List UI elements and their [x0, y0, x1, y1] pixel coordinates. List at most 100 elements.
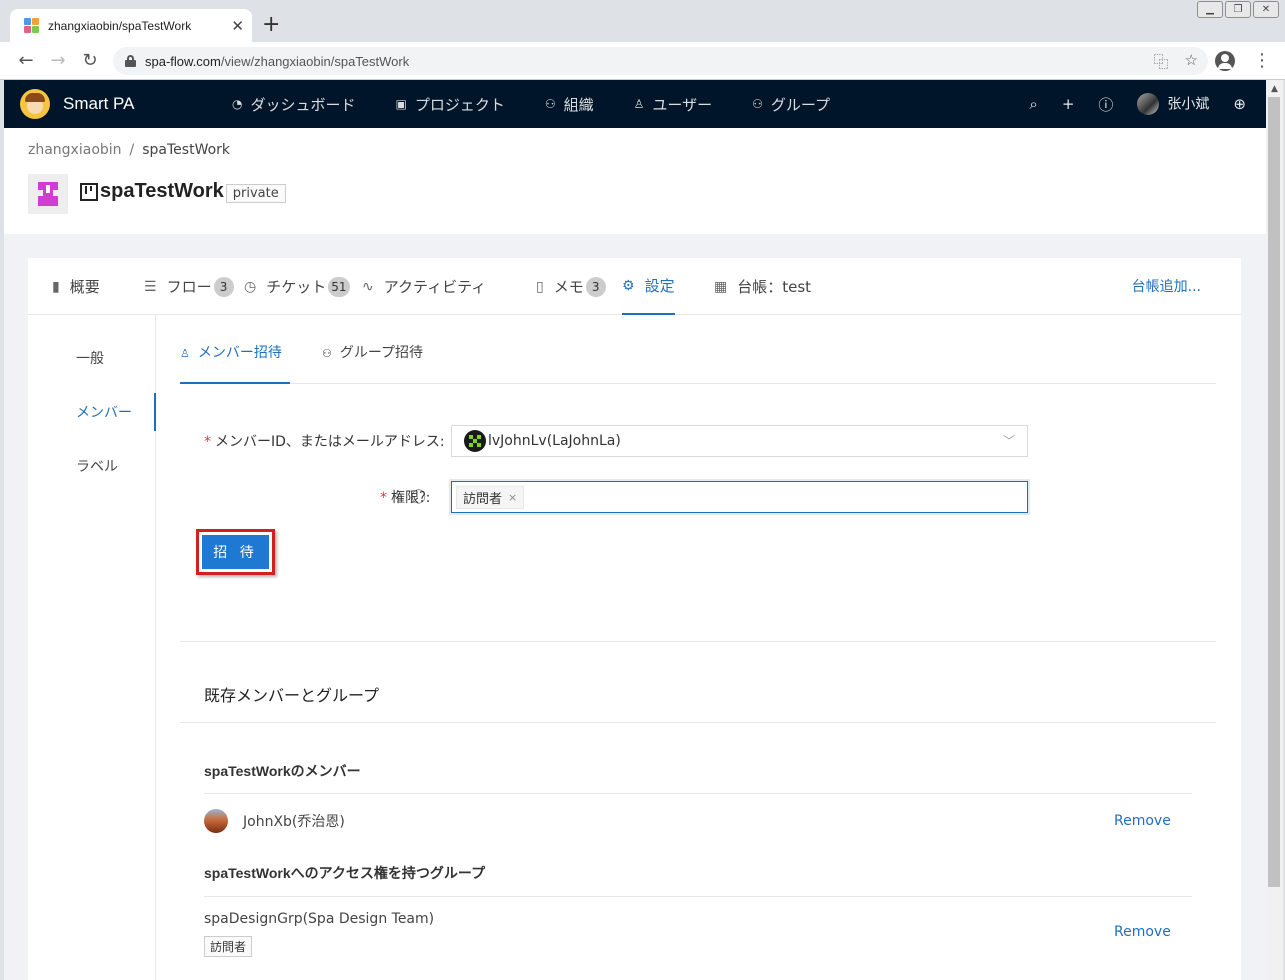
remove-group-button[interactable]: Remove	[1114, 924, 1171, 940]
browser-tab[interactable]: zhangxiaobin/spaTestWork ✕	[10, 9, 252, 42]
nav-group-label: グループ	[770, 95, 830, 114]
ticket-count-badge: 51	[328, 276, 350, 297]
maximize-icon[interactable]: ❐	[1225, 1, 1251, 18]
tab-flow-label: フロー	[166, 278, 212, 296]
search-icon[interactable]: ⌕	[1029, 95, 1037, 113]
tab-ticket[interactable]: ◷ チケット 51	[244, 258, 350, 315]
close-tab-icon[interactable]: ✕	[231, 17, 244, 35]
tab-ledger[interactable]: ▦ 台帳：test	[714, 258, 811, 315]
nav-project[interactable]: ▣ プロジェクト	[396, 94, 505, 115]
member-field-label: * メンバーID、またはメールアドレス:	[204, 434, 445, 450]
member-name: JohnXb(乔治恩)	[243, 814, 345, 830]
project-icon: ▣	[395, 97, 407, 111]
memo-icon: ▯	[536, 278, 544, 295]
browser-toolbar: ← → ↻ spa-flow.com/view/zhangxiaobin/spa…	[0, 42, 1285, 80]
browser-tab-title: zhangxiaobin/spaTestWork	[48, 18, 192, 33]
sidemenu-general[interactable]: 一般	[76, 348, 104, 368]
project-header: zhangxiaobin / spaTestWork spaTestWork pri…	[4, 128, 1266, 234]
invite-button-highlight: 招 待	[196, 529, 275, 575]
groups-heading: spaTestWorkへのアクセス権を持つグループ	[204, 865, 486, 881]
chrome-menu-icon[interactable]: ⋮	[1253, 52, 1271, 70]
flow-icon: ☰	[144, 278, 157, 295]
permission-select[interactable]: 訪問者 ×	[451, 481, 1028, 513]
browser-tabstrip: zhangxiaobin/spaTestWork ✕ + ▁ ❐ ✕	[0, 0, 1285, 42]
nav-dashboard[interactable]: ◔ ダッシュボード	[232, 94, 356, 115]
window-controls: ▁ ❐ ✕	[1197, 1, 1279, 18]
chevron-down-icon: ﹀	[1002, 434, 1015, 448]
avatar	[1137, 93, 1160, 115]
group-icon: ⚇	[322, 347, 332, 360]
members-divider	[204, 793, 1192, 794]
remove-member-button[interactable]: Remove	[1114, 813, 1171, 829]
nav-project-label: プロジェクト	[414, 95, 505, 114]
existing-members-title: 既存メンバーとグループ	[204, 686, 380, 705]
project-avatar	[28, 174, 68, 214]
bookmark-star-icon[interactable]: ☆	[1185, 51, 1198, 72]
subtab-group-invite[interactable]: ⚇ グループ招待	[322, 342, 423, 384]
url-text: spa-flow.com/view/zhangxiaobin/spaTestWo…	[145, 53, 410, 69]
tab-settings-label: 設定	[644, 277, 675, 295]
groups-divider	[204, 896, 1192, 897]
sidemenu-active-indicator	[154, 393, 156, 431]
group-name: spaDesignGrp(Spa Design Team)	[204, 911, 435, 927]
permission-tag: 訪問者 ×	[456, 485, 525, 509]
brand-name[interactable]: Smart PA	[63, 94, 134, 114]
sidemenu-member[interactable]: メンバー	[76, 402, 132, 422]
translate-icon[interactable]: ⿻	[1154, 51, 1169, 72]
breadcrumb-owner[interactable]: zhangxiaobin	[28, 142, 122, 158]
member-select-value: lvJohnLv(LaJohnLa)	[488, 433, 621, 449]
breadcrumb: zhangxiaobin / spaTestWork	[28, 142, 231, 158]
user-icon: ♙	[633, 97, 645, 111]
plus-icon[interactable]: +	[1062, 95, 1075, 113]
help-icon[interactable]: ⓘ	[1098, 94, 1113, 115]
subtab-group-invite-label: グループ招待	[339, 345, 424, 361]
app-logo[interactable]	[20, 89, 50, 119]
forward-icon[interactable]: →	[42, 50, 74, 71]
tab-settings[interactable]: ⚙ 設定	[622, 258, 675, 315]
group-permission-badge: 訪問者	[204, 936, 253, 957]
breadcrumb-project[interactable]: spaTestWork	[142, 142, 230, 158]
tab-activity[interactable]: ∿ アクティビティ	[362, 258, 486, 315]
settings-sidemenu: 一般 メンバー ラベル	[28, 315, 156, 980]
address-bar[interactable]: spa-flow.com/view/zhangxiaobin/spaTestWo…	[113, 47, 1208, 75]
language-globe-icon[interactable]: ⊕	[1233, 95, 1246, 113]
page-body: zhangxiaobin / spaTestWork spaTestWork pri…	[4, 128, 1266, 980]
gear-icon: ⚙	[622, 277, 635, 294]
project-name: spaTestWork	[100, 180, 224, 202]
nav-group[interactable]: ⚇ グループ	[752, 94, 830, 115]
add-ledger-link[interactable]: 台帳追加...	[1132, 276, 1201, 296]
scroll-thumb[interactable]	[1268, 97, 1280, 887]
lock-icon	[125, 55, 136, 67]
nav-dashboard-label: ダッシュボード	[250, 95, 356, 114]
minimize-icon[interactable]: ▁	[1197, 1, 1223, 18]
scroll-up-icon[interactable]: ▲	[1266, 80, 1283, 97]
back-icon[interactable]: ←	[10, 50, 42, 71]
organization-icon: ⚇	[544, 97, 556, 111]
nav-organization-label: 組織	[563, 95, 594, 114]
memo-count-badge: 3	[585, 276, 606, 297]
tab-activity-label: アクティビティ	[383, 278, 487, 296]
nav-organization[interactable]: ⚇ 組織	[545, 94, 594, 115]
close-window-icon[interactable]: ✕	[1253, 1, 1279, 18]
subtab-member-invite[interactable]: ♙ メンバー招待	[180, 342, 290, 384]
remove-tag-icon[interactable]: ×	[508, 491, 517, 504]
profile-icon[interactable]	[1215, 51, 1235, 71]
vertical-scrollbar[interactable]: ▲	[1266, 80, 1283, 980]
tab-overview[interactable]: ▮ 概要	[52, 258, 100, 315]
tab-ledger-label: 台帳：test	[737, 278, 812, 296]
new-tab-icon[interactable]: +	[262, 13, 280, 37]
invite-button[interactable]: 招 待	[202, 535, 269, 569]
question-circle-icon[interactable]: ?⃝	[419, 490, 426, 506]
user-icon: ♙	[180, 347, 190, 360]
reload-icon[interactable]: ↻	[74, 50, 106, 71]
sidemenu-label[interactable]: ラベル	[76, 456, 118, 476]
tab-flow[interactable]: ☰ フロー 3	[144, 258, 234, 315]
member-avatar	[464, 430, 486, 452]
tab-memo-label: メモ	[553, 278, 584, 296]
user-menu[interactable]: 张小斌	[1137, 93, 1209, 115]
members-heading: spaTestWorkのメンバー	[204, 763, 361, 779]
member-select[interactable]: lvJohnLv(LaJohnLa) ﹀	[451, 425, 1028, 457]
tab-memo[interactable]: ▯ メモ 3	[536, 258, 606, 315]
title-divider	[180, 722, 1216, 723]
nav-user[interactable]: ♙ ユーザー	[634, 94, 712, 115]
